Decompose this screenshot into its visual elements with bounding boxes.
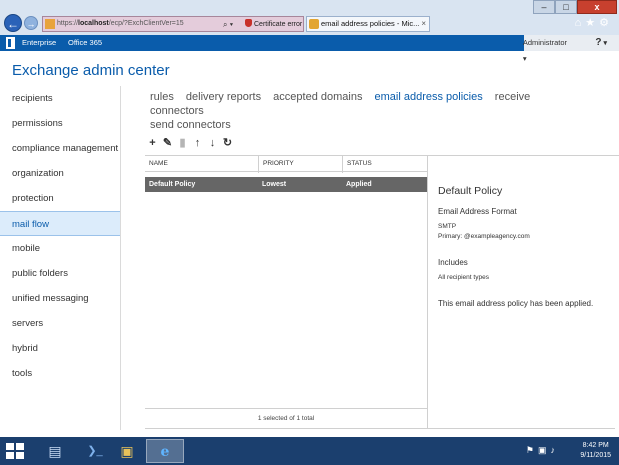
shield-icon — [245, 19, 252, 27]
add-icon[interactable]: + — [146, 137, 159, 150]
nav-item-hybrid[interactable]: hybrid — [0, 336, 120, 361]
tab-close-icon[interactable]: × — [421, 17, 426, 31]
site-favicon-icon — [45, 19, 55, 29]
nav-item-compliance-management[interactable]: compliance management — [0, 136, 120, 161]
office-logo-icon[interactable] — [6, 37, 15, 49]
nav-item-recipients[interactable]: recipients — [0, 86, 120, 111]
address-host: localhost — [78, 20, 109, 27]
details-includes-label: Includes — [438, 258, 468, 267]
help-icon[interactable]: ? — [595, 35, 607, 52]
nav-item-mobile[interactable]: mobile — [0, 236, 120, 261]
move-down-icon[interactable]: ↓ — [206, 137, 219, 150]
mail-flow-tabs: rules delivery reports accepted domains … — [150, 90, 590, 132]
maximize-button[interactable]: □ — [555, 0, 577, 14]
column-header-name[interactable]: NAME — [145, 156, 258, 173]
search-dropdown-icon[interactable]: ⌕ ▾ — [223, 18, 233, 31]
move-up-icon[interactable]: ↑ — [191, 137, 204, 150]
forward-button[interactable]: → — [24, 16, 38, 30]
nav-item-public-folders[interactable]: public folders — [0, 261, 120, 286]
clock-time: 8:42 PM — [582, 442, 609, 449]
details-title: Default Policy — [438, 185, 503, 197]
nav-item-unified-messaging[interactable]: unified messaging — [0, 286, 120, 311]
taskbar: ▤ ❯_ ▣ e ⚑▣♪ 8:42 PM 9/11/2015 — [0, 437, 619, 465]
nav-item-protection[interactable]: protection — [0, 186, 120, 211]
details-format-label: Email Address Format — [438, 207, 517, 216]
details-includes-value: All recipient types — [438, 274, 489, 281]
list-toolbar: + ✎ ▮ ↑ ↓ ↻ — [146, 137, 236, 150]
tab-email-address-policies[interactable]: email address policies — [375, 91, 483, 103]
address-bar[interactable]: https://localhost/ecp/?ExchClientVer=15 … — [42, 16, 304, 32]
start-button[interactable] — [6, 443, 24, 459]
certificate-error-text: Certificate error — [254, 21, 303, 28]
exchange-favicon-icon — [309, 19, 319, 29]
office365-link[interactable]: Office 365 — [68, 35, 102, 51]
certificate-error-badge[interactable]: Certificate error — [245, 18, 303, 31]
tab-delivery-reports[interactable]: delivery reports — [186, 91, 261, 103]
cell-priority: Lowest — [262, 181, 287, 188]
column-header-priority[interactable]: PRIORITY — [258, 156, 342, 173]
selection-count: 1 selected of 1 total — [145, 408, 427, 428]
table-header: NAME PRIORITY STATUS — [145, 155, 427, 173]
details-smtp: SMTP — [438, 223, 457, 230]
left-nav: recipients permissions compliance manage… — [0, 86, 120, 386]
user-area: Administrator ? — [523, 35, 619, 52]
tab-send-connectors[interactable]: send connectors — [150, 119, 231, 131]
address-path: /ecp/?ExchClientVer=15 — [108, 20, 184, 27]
close-window-button[interactable]: x — [577, 0, 617, 14]
file-explorer-icon[interactable]: ▣ — [108, 439, 146, 463]
internet-explorer-icon[interactable]: e — [146, 439, 184, 463]
tab-rules[interactable]: rules — [150, 91, 174, 103]
nav-item-mail-flow[interactable]: mail flow — [0, 211, 120, 236]
server-manager-icon[interactable]: ▤ — [36, 439, 74, 463]
list-divider — [145, 428, 615, 429]
refresh-icon[interactable]: ↻ — [221, 137, 234, 150]
clock[interactable]: 8:42 PM 9/11/2015 — [580, 441, 611, 461]
delete-icon[interactable]: ▮ — [176, 137, 189, 150]
page-title: Exchange admin center — [12, 62, 170, 79]
column-header-status[interactable]: STATUS — [342, 156, 427, 173]
table-row[interactable]: Default Policy Lowest Applied — [145, 177, 427, 192]
browser-toolbar-icons[interactable]: ⌂★⚙ — [575, 16, 613, 29]
nav-item-servers[interactable]: servers — [0, 311, 120, 336]
edit-icon[interactable]: ✎ — [161, 137, 174, 150]
windows-logo-icon — [6, 443, 14, 450]
tab-title: email address policies - Mic... — [321, 19, 420, 28]
window-controls: – □ x — [533, 0, 617, 14]
details-applied-status: This email address policy has been appli… — [438, 299, 594, 308]
clock-date: 9/11/2015 — [580, 452, 611, 459]
nav-item-permissions[interactable]: permissions — [0, 111, 120, 136]
administrator-menu[interactable]: Administrator — [523, 35, 567, 67]
nav-item-organization[interactable]: organization — [0, 161, 120, 186]
browser-tab[interactable]: email address policies - Mic... × — [306, 16, 430, 32]
details-primary-address: Primary: @exampleagency.com — [438, 233, 530, 240]
nav-item-tools[interactable]: tools — [0, 361, 120, 386]
system-tray-icons[interactable]: ⚑▣♪ — [526, 445, 559, 456]
tab-accepted-domains[interactable]: accepted domains — [273, 91, 362, 103]
nav-divider — [120, 86, 121, 430]
details-pane: Default Policy Email Address Format SMTP… — [427, 155, 619, 428]
browser-chrome: – □ x ← → https://localhost/ecp/?ExchCli… — [0, 0, 619, 35]
minimize-button[interactable]: – — [533, 0, 555, 14]
enterprise-link[interactable]: Enterprise — [22, 35, 56, 51]
o365-navbar: Enterprise Office 365 Administrator ? — [0, 35, 619, 51]
address-prefix: https:// — [57, 20, 79, 27]
cell-status: Applied — [346, 181, 372, 188]
back-button[interactable]: ← — [4, 14, 22, 32]
cell-name: Default Policy — [149, 181, 196, 188]
